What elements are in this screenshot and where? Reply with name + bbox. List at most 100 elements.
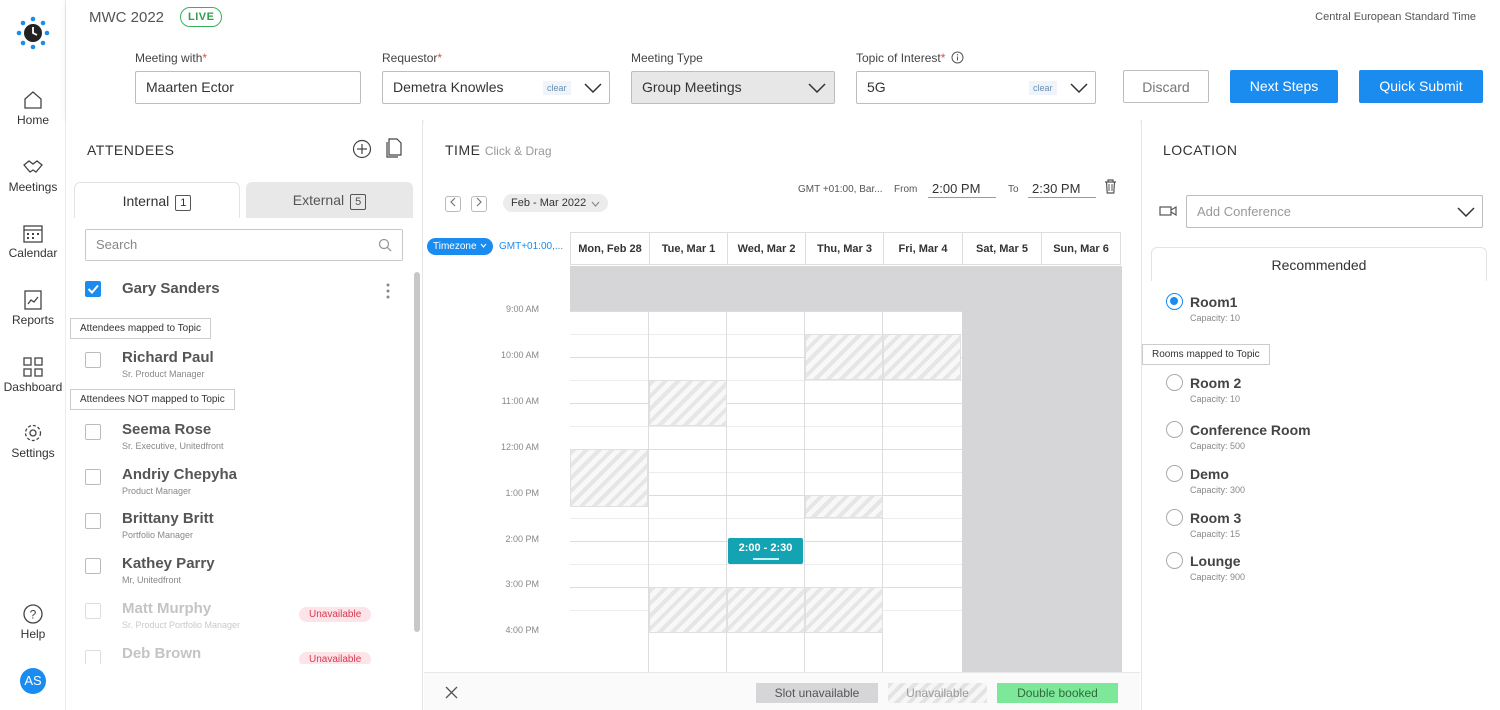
- from-time-input[interactable]: 2:00 PM: [928, 180, 996, 198]
- date-range-select[interactable]: Feb - Mar 2022: [503, 194, 609, 212]
- room-radio[interactable]: [1166, 552, 1183, 569]
- unavailable-slot: [805, 495, 883, 518]
- chevron-down-icon: [480, 243, 487, 248]
- trash-icon[interactable]: [1104, 179, 1117, 194]
- nav-meetings[interactable]: Meetings: [0, 156, 66, 194]
- time-title: TIME Click & Drag: [445, 142, 552, 158]
- nav-dashboard[interactable]: Dashboard: [0, 356, 66, 394]
- add-attendee-icon[interactable]: [352, 139, 372, 159]
- room-capacity: Capacity: 10: [1190, 313, 1241, 323]
- room-capacity: Capacity: 300: [1190, 485, 1246, 495]
- search-icon: [378, 238, 392, 252]
- nav-settings[interactable]: Settings: [0, 422, 66, 460]
- time-panel: TIME Click & Drag Feb - Mar 2022 GMT +01…: [424, 120, 1140, 710]
- attendee-name: Brittany Britt: [122, 510, 214, 527]
- legend-slot-unavailable: Slot unavailable: [756, 683, 878, 703]
- topic-select[interactable]: 5G clear: [856, 71, 1096, 104]
- to-label: To: [1008, 184, 1019, 195]
- attendee-checkbox[interactable]: [85, 469, 101, 485]
- selected-time-slot[interactable]: 2:00 - 2:30: [728, 538, 803, 564]
- attendee-row: Deb Brown Unavailable: [66, 644, 406, 664]
- room-radio[interactable]: [1166, 465, 1183, 482]
- attendee-checkbox[interactable]: [85, 424, 101, 440]
- attendees-title: ATTENDEES: [87, 142, 175, 158]
- attendees-panel: ATTENDEES Internal 1 External 5 Search Gar…: [66, 120, 423, 710]
- attendee-role: Sr. Executive, Unitedfront: [122, 441, 224, 451]
- attendee-role: Sr. Product Manager: [122, 369, 205, 379]
- timezone-select-button[interactable]: Timezone: [427, 238, 494, 255]
- legend-double-booked: Double booked: [997, 683, 1118, 703]
- tab-recommended[interactable]: Recommended: [1151, 247, 1487, 281]
- attendee-checkbox[interactable]: [85, 558, 101, 574]
- location-panel: LOCATION Add Conference Recommended Room…: [1141, 120, 1500, 710]
- prev-week-button[interactable]: [445, 196, 461, 212]
- to-time-input[interactable]: 2:30 PM: [1028, 180, 1096, 198]
- event-title: MWC 2022: [89, 9, 165, 26]
- tab-external[interactable]: External 5: [246, 182, 413, 218]
- attendee-list-scrollbar[interactable]: [414, 272, 420, 632]
- chevron-right-icon: [476, 197, 482, 207]
- chevron-down-icon: [1070, 83, 1088, 93]
- info-icon[interactable]: [951, 51, 964, 64]
- room-radio[interactable]: [1166, 374, 1183, 391]
- app-logo-icon[interactable]: [16, 16, 50, 50]
- user-avatar[interactable]: AS: [20, 668, 46, 694]
- nav-help[interactable]: ? Help: [0, 603, 66, 641]
- home-icon: [24, 91, 42, 109]
- topic-label: Topic of Interest*: [856, 51, 964, 65]
- help-icon: ?: [23, 604, 43, 624]
- room-capacity: Capacity: 500: [1190, 441, 1246, 451]
- rooms-mapped-to-topic-label: Rooms mapped to Topic: [1142, 344, 1270, 365]
- room-name: Room 2: [1190, 375, 1242, 391]
- day-header: Fri, Mar 4: [883, 232, 962, 265]
- chevron-down-icon: [584, 83, 602, 93]
- attendee-checkbox[interactable]: [85, 281, 101, 297]
- gear-icon: [24, 424, 42, 442]
- meeting-header: MWC 2022 LIVE Central European Standard …: [66, 0, 1500, 120]
- discard-button[interactable]: Discard: [1123, 70, 1209, 103]
- more-options-icon[interactable]: [386, 282, 390, 300]
- hour-label: 12:00 AM: [500, 442, 539, 452]
- topic-clear-button[interactable]: clear: [1029, 81, 1057, 95]
- tab-internal[interactable]: Internal 1: [74, 182, 240, 218]
- hour-label: 11:00 AM: [501, 396, 539, 406]
- meeting-type-label: Meeting Type: [631, 51, 703, 65]
- attendee-checkbox[interactable]: [85, 513, 101, 529]
- location-title: LOCATION: [1163, 142, 1238, 158]
- attendee-role: Portfolio Manager: [122, 530, 194, 540]
- video-camera-icon: [1159, 205, 1177, 217]
- quick-submit-button[interactable]: Quick Submit: [1359, 70, 1483, 103]
- nav-reports[interactable]: Reports: [0, 289, 66, 327]
- add-conference-select[interactable]: Add Conference: [1186, 195, 1483, 228]
- room-radio[interactable]: [1166, 509, 1183, 526]
- meeting-with-input[interactable]: Maarten Ector: [135, 71, 361, 104]
- day-header: Wed, Mar 2: [727, 232, 805, 265]
- requestor-label: Requestor*: [382, 51, 443, 65]
- chevron-down-icon: [1457, 207, 1475, 217]
- nav-home[interactable]: Home: [0, 89, 66, 127]
- room-radio[interactable]: [1166, 293, 1183, 310]
- unavailable-slot: [570, 449, 648, 507]
- hour-label: 2:00 PM: [505, 534, 539, 544]
- requestor-select[interactable]: Demetra Knowles clear: [382, 71, 610, 104]
- attendee-search-input[interactable]: Search: [85, 229, 403, 261]
- reports-icon: [24, 290, 42, 310]
- meeting-type-select[interactable]: Group Meetings: [631, 71, 835, 104]
- room-radio[interactable]: [1166, 421, 1183, 438]
- requestor-clear-button[interactable]: clear: [543, 81, 571, 95]
- close-icon[interactable]: [445, 686, 458, 699]
- attendee-name: Seema Rose: [122, 421, 212, 438]
- attendee-role: Product Manager: [122, 486, 192, 496]
- next-steps-button[interactable]: Next Steps: [1230, 70, 1338, 103]
- attendee-name: Matt Murphy: [122, 600, 212, 617]
- attendee-checkbox[interactable]: [85, 603, 101, 619]
- nav-calendar[interactable]: Calendar: [0, 222, 66, 260]
- copy-document-icon[interactable]: [385, 138, 403, 158]
- unavailable-badge: Unavailable: [299, 607, 372, 622]
- day-header: Tue, Mar 1: [649, 232, 727, 265]
- calendar-icon: [23, 225, 43, 243]
- attendee-checkbox[interactable]: [85, 352, 101, 368]
- attendee-checkbox[interactable]: [85, 650, 101, 664]
- calendar-grid[interactable]: [570, 266, 1122, 672]
- next-week-button[interactable]: [471, 196, 487, 212]
